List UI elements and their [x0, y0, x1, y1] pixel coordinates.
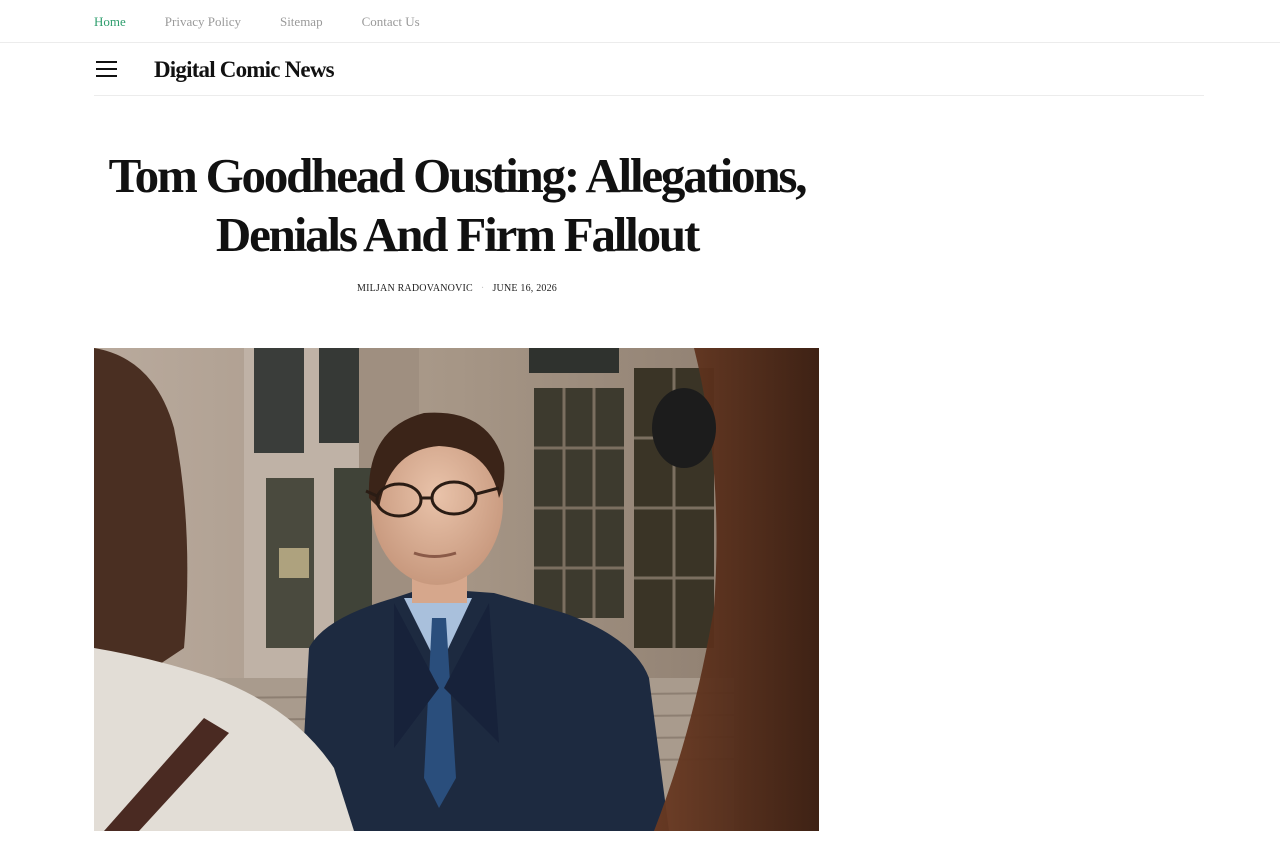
nav-link-home[interactable]: Home [94, 13, 126, 31]
top-bar: Home Privacy Policy Sitemap Contact Us [0, 0, 1280, 43]
author-name[interactable]: MILJAN RADOVANOVIC [357, 283, 473, 294]
article-title: Tom Goodhead Ousting: Allegations, Denia… [108, 148, 808, 262]
featured-image [94, 348, 819, 831]
nav-link-sitemap[interactable]: Sitemap [280, 13, 323, 31]
publish-date: JUNE 16, 2026 [492, 283, 557, 294]
site-header: Digital Comic News [94, 44, 1204, 96]
nav-link-contact-us[interactable]: Contact Us [362, 13, 420, 31]
site-title[interactable]: Digital Comic News [154, 56, 335, 84]
article-meta: MILJAN RADOVANOVIC · JUNE 16, 2026 [94, 282, 820, 296]
top-navigation: Home Privacy Policy Sitemap Contact Us [94, 13, 420, 31]
meta-separator: · [480, 283, 485, 294]
hamburger-menu-icon[interactable] [96, 61, 117, 77]
nav-link-privacy-policy[interactable]: Privacy Policy [165, 13, 241, 31]
featured-photo-illustration [94, 348, 819, 831]
